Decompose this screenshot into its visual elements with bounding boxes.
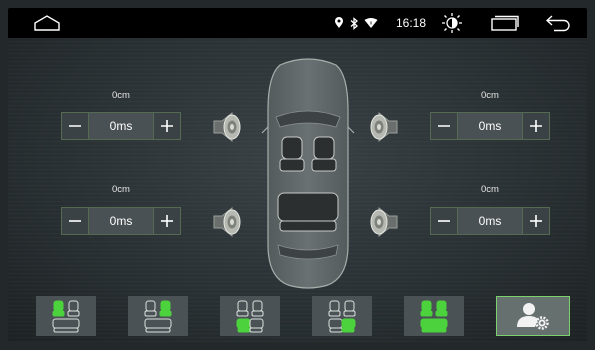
preset-passenger-seat[interactable] [128, 296, 188, 336]
front-right-plus-button[interactable] [522, 112, 550, 140]
rear-left-speaker-icon [213, 206, 241, 238]
rear-right-speaker-icon [370, 206, 398, 238]
bluetooth-icon [348, 8, 360, 38]
brightness-icon[interactable] [440, 8, 464, 38]
car-top-view [261, 58, 355, 289]
front-left-plus-button[interactable] [153, 112, 181, 140]
front-left-delay-value: 0ms [89, 112, 153, 140]
home-icon[interactable] [32, 8, 62, 38]
front-right-speaker-icon [370, 111, 398, 143]
rear-left-delay-value: 0ms [89, 207, 153, 235]
plus-icon [161, 215, 173, 227]
minus-icon [438, 220, 450, 222]
front-right-minus-button[interactable] [430, 112, 458, 140]
status-bar: x 16:18 [8, 8, 587, 38]
minus-icon [438, 125, 450, 127]
front-left-speaker-icon [213, 111, 241, 143]
preset-driver-seat[interactable] [36, 296, 96, 336]
user-settings-icon [517, 303, 549, 330]
rear-right-delay-stepper: 0ms [430, 207, 550, 235]
custom-settings-button[interactable] [496, 296, 570, 336]
preset-all-seats[interactable] [404, 296, 464, 336]
seat-preset-bar [8, 292, 587, 340]
seat-layout-icon [328, 300, 356, 333]
front-left-delay-stepper: 0ms [61, 112, 181, 140]
plus-icon [161, 120, 173, 132]
sound-field-screen: x 16:18 0cm 0ms 0cm 0ms 0cm 0ms 0cm 0ms [8, 8, 587, 342]
preset-rear-right[interactable] [312, 296, 372, 336]
rear-left-plus-button[interactable] [153, 207, 181, 235]
wifi-icon: x [363, 8, 379, 38]
rear-right-distance: 0cm [481, 184, 499, 195]
minus-icon [69, 125, 81, 127]
clock: 16:18 [396, 16, 427, 30]
rear-right-delay-value: 0ms [458, 207, 522, 235]
front-left-minus-button[interactable] [61, 112, 89, 140]
minus-icon [69, 220, 81, 222]
rear-left-delay-stepper: 0ms [61, 207, 181, 235]
seat-layout-icon [420, 300, 448, 333]
preset-rear-left[interactable] [220, 296, 280, 336]
front-right-delay-stepper: 0ms [430, 112, 550, 140]
seat-layout-icon [236, 300, 264, 333]
rear-left-distance: 0cm [112, 184, 130, 195]
back-icon[interactable] [544, 8, 574, 38]
minus-icon [530, 215, 542, 227]
rear-right-plus-button[interactable] [522, 207, 550, 235]
rear-right-minus-button[interactable] [430, 207, 458, 235]
seat-layout-icon [52, 300, 80, 333]
front-right-delay-value: 0ms [458, 112, 522, 140]
front-left-distance: 0cm [112, 90, 130, 101]
location-icon [333, 8, 345, 38]
front-right-distance: 0cm [481, 90, 499, 101]
rear-left-minus-button[interactable] [61, 207, 89, 235]
recent-apps-icon[interactable] [490, 8, 520, 38]
plus-icon [530, 120, 542, 132]
seat-layout-icon [144, 300, 172, 333]
